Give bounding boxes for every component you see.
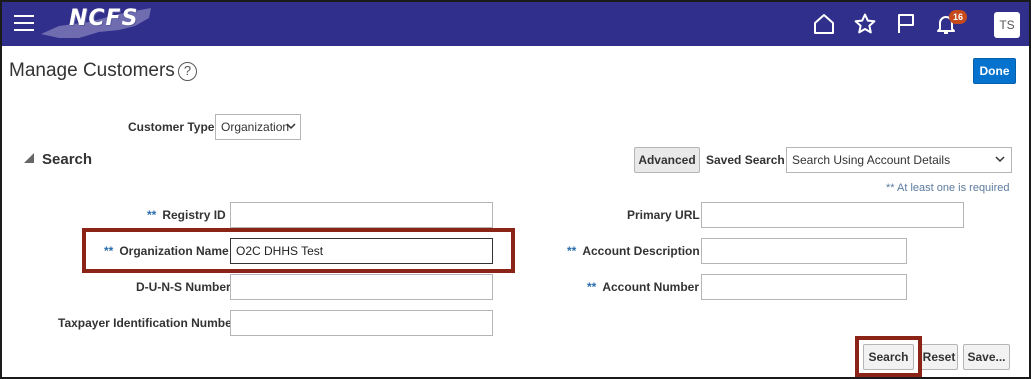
duns-number-input[interactable]	[230, 274, 493, 300]
required-marker: **	[567, 244, 577, 258]
customer-type-label: Customer Type	[128, 120, 215, 134]
search-section-title: Search	[42, 151, 93, 168]
chevron-down-icon	[995, 156, 1005, 163]
account-number-input[interactable]	[701, 274, 907, 300]
saved-search-select[interactable]: Search Using Account Details	[786, 147, 1012, 173]
organization-name-input[interactable]	[230, 238, 493, 264]
taxpayer-id-input[interactable]	[230, 310, 493, 336]
home-icon[interactable]	[812, 12, 836, 36]
user-avatar[interactable]: TS	[994, 12, 1020, 38]
notification-count-badge: 16	[949, 10, 967, 24]
menu-icon[interactable]	[14, 15, 34, 33]
required-marker: **	[147, 208, 157, 222]
page-title: Manage Customers	[9, 60, 175, 81]
required-hint: ** At least one is required	[886, 182, 1010, 194]
reset-button[interactable]: Reset	[920, 344, 958, 370]
customer-type-select[interactable]: Organization	[215, 114, 301, 140]
saved-search-label: Saved Search	[706, 153, 785, 167]
customer-type-value: Organization	[221, 120, 290, 134]
help-icon[interactable]: ?	[178, 62, 197, 81]
account-description-label: ** Account Description	[567, 244, 700, 258]
taxpayer-id-label: Taxpayer Identification Number	[58, 316, 237, 330]
registry-id-input[interactable]	[230, 202, 493, 228]
done-button[interactable]: Done	[973, 58, 1016, 84]
search-section-header[interactable]: Search	[24, 151, 92, 168]
organization-name-label: ** Organization Name	[104, 244, 229, 258]
global-header: NCFS 16 TS	[2, 2, 1029, 46]
registry-id-label: ** Registry ID	[147, 208, 226, 222]
duns-number-label: D-U-N-S Number	[136, 280, 231, 294]
watchlist-flag-icon[interactable]	[894, 12, 918, 36]
logo-text: NCFS	[69, 6, 139, 31]
account-number-label: ** Account Number	[587, 280, 700, 294]
primary-url-label: Primary URL	[627, 208, 700, 222]
save-button[interactable]: Save...	[963, 344, 1010, 370]
required-marker: **	[104, 244, 114, 258]
collapse-triangle-icon	[24, 153, 34, 163]
ncfs-logo[interactable]: NCFS	[39, 4, 154, 42]
account-description-input[interactable]	[701, 238, 907, 264]
search-button[interactable]: Search	[863, 344, 914, 370]
required-marker: **	[587, 280, 597, 294]
advanced-button[interactable]: Advanced	[634, 147, 700, 173]
saved-search-value: Search Using Account Details	[792, 153, 951, 167]
favorites-star-icon[interactable]	[853, 12, 877, 36]
primary-url-input[interactable]	[701, 202, 964, 228]
chevron-down-icon	[286, 123, 296, 130]
